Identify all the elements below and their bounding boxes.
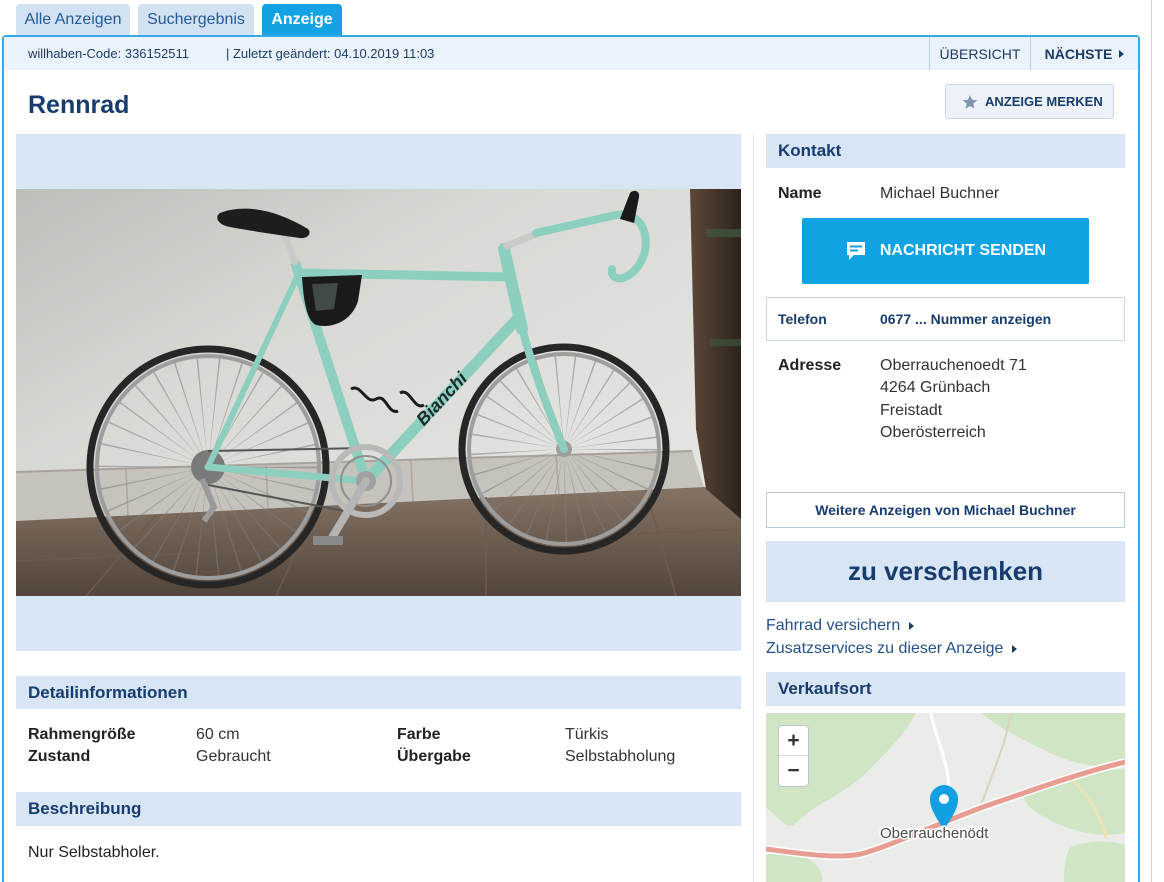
column-divider xyxy=(753,134,754,882)
ad-meta-bar: willhaben-Code: 336152511 | Zuletzt geän… xyxy=(4,37,1138,70)
chat-bubble-icon xyxy=(846,242,865,260)
phone-label: Telefon xyxy=(778,311,827,327)
description-heading: Beschreibung xyxy=(16,792,741,826)
sidebar: Kontakt Name Michael Buchner NACHRICHT S… xyxy=(766,134,1125,882)
address-line: Oberösterreich xyxy=(880,424,986,442)
image-gallery[interactable]: Bianchi xyxy=(16,134,741,651)
extra-services-link[interactable]: Zusatzservices zu dieser Anzeige xyxy=(766,638,1018,660)
overview-label: ÜBERSICHT xyxy=(939,45,1021,62)
ad-code: willhaben-Code: 336152511 xyxy=(28,46,189,61)
chevron-right-icon xyxy=(1012,645,1018,653)
detail-label: Zustand xyxy=(28,748,91,765)
more-ads-button[interactable]: Weitere Anzeigen von Michael Buchner xyxy=(766,492,1125,528)
contact-heading: Kontakt xyxy=(766,134,1125,168)
send-message-button[interactable]: NACHRICHT SENDEN xyxy=(802,218,1089,284)
chevron-right-icon xyxy=(1119,49,1125,58)
main-column: Bianchi Detailinformationen Rahmengröße … xyxy=(16,134,741,882)
address-line: Oberrauchenoedt 71 xyxy=(880,357,1027,374)
last-modified: | Zuletzt geändert: 04.10.2019 11:03 xyxy=(226,46,435,61)
details-table: Rahmengröße 60 cm Farbe Türkis Zustand G… xyxy=(28,724,725,768)
address-line: Freistadt xyxy=(880,401,943,419)
tab-alle-anzeigen[interactable]: Alle Anzeigen xyxy=(16,4,130,35)
seller-name: Michael Buchner xyxy=(880,185,1000,202)
zoom-in-button[interactable]: + xyxy=(779,726,808,756)
save-ad-button[interactable]: ANZEIGE MERKEN xyxy=(945,84,1114,119)
show-phone-link[interactable]: 0677 ... Nummer anzeigen xyxy=(880,298,1051,340)
next-button[interactable]: NÄCHSTE xyxy=(1030,37,1138,70)
detail-value: Selbstabholung xyxy=(565,748,676,765)
tab-suchergebnis[interactable]: Suchergebnis xyxy=(138,4,254,35)
location-map[interactable]: Oberrauchenödt + − xyxy=(766,713,1125,882)
address-label: Adresse xyxy=(778,357,842,374)
map-canvas[interactable]: Oberrauchenödt xyxy=(766,713,1125,882)
next-label: NÄCHSTE xyxy=(1044,45,1113,62)
extra-services-link-label: Zusatzservices zu dieser Anzeige xyxy=(766,640,1004,657)
detail-value: Türkis xyxy=(565,726,609,743)
name-label: Name xyxy=(778,185,822,202)
details-heading: Detailinformationen xyxy=(16,676,741,709)
location-heading: Verkaufsort xyxy=(766,672,1125,706)
send-message-label: NACHRICHT SENDEN xyxy=(879,242,1047,259)
detail-label: Farbe xyxy=(397,726,441,743)
scrollbar-edge xyxy=(1151,0,1152,882)
phone-box[interactable]: Telefon 0677 ... Nummer anzeigen xyxy=(766,297,1125,341)
zoom-out-button[interactable]: − xyxy=(779,756,808,786)
price: zu verschenken xyxy=(766,541,1125,602)
detail-value: 60 cm xyxy=(196,726,240,743)
detail-value: Gebraucht xyxy=(196,748,271,765)
address: Oberrauchenoedt 71 4264 Grünbach Freista… xyxy=(880,355,1027,445)
description-text: Nur Selbstabholer. xyxy=(28,844,160,861)
star-icon xyxy=(962,94,978,109)
map-zoom-control: + − xyxy=(778,725,809,787)
page-title: Rennrad xyxy=(28,91,130,119)
bicycle-photo: Bianchi xyxy=(16,189,741,596)
insurance-link-label: Fahrrad versichern xyxy=(766,617,901,634)
save-ad-label: ANZEIGE MERKEN xyxy=(985,94,1103,109)
overview-button[interactable]: ÜBERSICHT xyxy=(929,37,1030,70)
chevron-right-icon xyxy=(909,622,915,630)
insurance-link[interactable]: Fahrrad versichern xyxy=(766,615,915,637)
map-place-label: Oberrauchenödt xyxy=(880,825,989,842)
tab-anzeige[interactable]: Anzeige xyxy=(262,4,342,37)
address-line: 4264 Grünbach xyxy=(880,379,991,397)
detail-label: Übergabe xyxy=(397,748,471,765)
detail-label: Rahmengröße xyxy=(28,726,136,743)
